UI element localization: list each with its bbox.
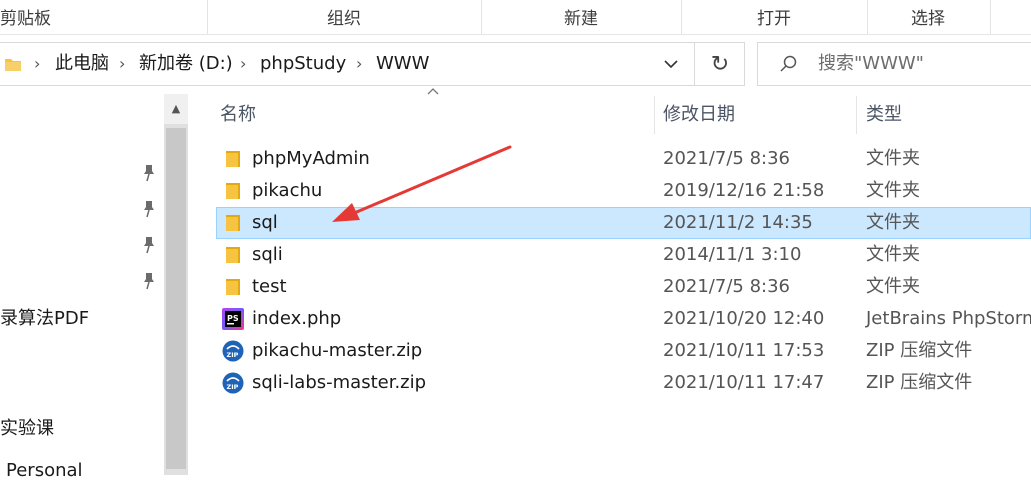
- refresh-icon[interactable]: ↻: [700, 43, 740, 85]
- column-header-name[interactable]: 名称: [220, 96, 650, 134]
- file-row[interactable]: sqli 2014/11/1 3:10 文件夹: [216, 239, 1031, 271]
- search-box[interactable]: 搜索"WWW": [757, 42, 1031, 86]
- file-type: 文件夹: [866, 212, 920, 233]
- ribbon-clipboard[interactable]: 剪贴板: [0, 0, 60, 34]
- address-divider: [694, 43, 695, 85]
- zip-icon: ZIP: [222, 372, 244, 394]
- file-date: 2014/11/1 3:10: [663, 244, 802, 265]
- breadcrumb-phpstudy[interactable]: phpStudy: [260, 43, 346, 85]
- ribbon-select[interactable]: 选择: [868, 0, 988, 34]
- pin-icon[interactable]: [140, 198, 158, 220]
- chevron-right-icon[interactable]: ›: [34, 43, 40, 85]
- ribbon-divider: [990, 0, 991, 34]
- address-bar[interactable]: › 此电脑 › 新加卷 (D:) › phpStudy › WWW ↻: [0, 42, 745, 86]
- folder-icon: [226, 183, 240, 199]
- breadcrumb-www[interactable]: WWW: [376, 43, 429, 85]
- pin-icon[interactable]: [140, 234, 158, 256]
- chevron-right-icon[interactable]: ›: [119, 43, 125, 85]
- file-date: 2021/11/2 14:35: [663, 212, 813, 233]
- file-name[interactable]: sqli: [252, 239, 283, 271]
- file-date: 2021/7/5 8:36: [663, 276, 790, 297]
- pin-icon[interactable]: [140, 270, 158, 292]
- file-type: 文件夹: [866, 148, 920, 169]
- file-name[interactable]: phpMyAdmin: [252, 143, 370, 175]
- nav-item-lab-course[interactable]: 实验课: [0, 414, 54, 440]
- file-name[interactable]: pikachu: [252, 175, 322, 207]
- svg-text:PS: PS: [227, 314, 239, 323]
- breadcrumb-this-pc[interactable]: 此电脑: [55, 43, 109, 85]
- folder-icon: [226, 215, 240, 231]
- nav-item-algorithm-pdf[interactable]: 录算法PDF: [0, 304, 89, 330]
- column-header-type[interactable]: 类型: [866, 96, 1026, 134]
- column-divider[interactable]: [856, 96, 857, 134]
- file-type: 文件夹: [866, 180, 920, 201]
- file-type: 文件夹: [866, 276, 920, 297]
- folder-icon: [226, 247, 240, 263]
- file-row[interactable]: ZIP sqli-labs-master.zip 2021/10/11 17:4…: [216, 367, 1031, 399]
- navigation-pane: ▲ 录算法PDF 实验课 Personal: [0, 88, 190, 481]
- file-row[interactable]: phpMyAdmin 2021/7/5 8:36 文件夹: [216, 143, 1031, 175]
- file-row-selected[interactable]: sql 2021/11/2 14:35 文件夹: [216, 207, 1031, 239]
- file-row[interactable]: pikachu 2019/12/16 21:58 文件夹: [216, 175, 1031, 207]
- file-name[interactable]: index.php: [252, 303, 341, 335]
- file-name[interactable]: test: [252, 271, 287, 303]
- file-type: 文件夹: [866, 244, 920, 265]
- nav-scrollbar-thumb[interactable]: [166, 128, 186, 469]
- zip-icon: ZIP: [222, 340, 244, 362]
- file-row[interactable]: ZIP pikachu-master.zip 2021/10/11 17:53 …: [216, 335, 1031, 367]
- search-input[interactable]: 搜索"WWW": [818, 43, 924, 85]
- ribbon-new[interactable]: 新建: [482, 0, 680, 34]
- pin-icon[interactable]: [140, 162, 158, 184]
- ribbon-organize[interactable]: 组织: [208, 0, 480, 34]
- folder-icon: [5, 59, 21, 71]
- file-name[interactable]: pikachu-master.zip: [252, 335, 422, 367]
- search-icon: [780, 55, 797, 72]
- nav-item-personal[interactable]: Personal: [6, 460, 83, 481]
- phpstorm-icon: PS: [222, 308, 244, 330]
- chevron-down-icon[interactable]: [656, 43, 686, 85]
- chevron-right-icon[interactable]: ›: [240, 43, 246, 85]
- file-type: JetBrains PhpStorm: [866, 308, 1031, 329]
- chevron-right-icon[interactable]: ›: [356, 43, 362, 85]
- scroll-up-icon[interactable]: ▲: [164, 94, 188, 124]
- folder-icon: [226, 151, 240, 167]
- file-row[interactable]: PS index.php 2021/10/20 12:40 JetBrains …: [216, 303, 1031, 335]
- file-name[interactable]: sqli-labs-master.zip: [252, 367, 426, 399]
- file-name[interactable]: sql: [252, 207, 278, 239]
- file-date: 2021/10/11 17:47: [663, 372, 825, 393]
- svg-text:ZIP: ZIP: [227, 383, 239, 391]
- svg-text:ZIP: ZIP: [227, 351, 239, 359]
- ribbon-open[interactable]: 打开: [682, 0, 866, 34]
- folder-icon: [226, 279, 240, 295]
- column-header-date[interactable]: 修改日期: [663, 96, 853, 134]
- file-row[interactable]: test 2021/7/5 8:36 文件夹: [216, 271, 1031, 303]
- file-date: 2021/10/20 12:40: [663, 308, 825, 329]
- file-type: ZIP 压缩文件: [866, 340, 973, 361]
- file-date: 2021/7/5 8:36: [663, 148, 790, 169]
- ribbon: 剪贴板 组织 新建 打开 选择: [0, 0, 1031, 35]
- breadcrumb-drive-d[interactable]: 新加卷 (D:): [139, 43, 233, 85]
- file-date: 2019/12/16 21:58: [663, 180, 825, 201]
- sort-ascending-icon: [427, 88, 439, 95]
- column-divider[interactable]: [654, 96, 655, 134]
- file-type: ZIP 压缩文件: [866, 372, 973, 393]
- file-date: 2021/10/11 17:53: [663, 340, 825, 361]
